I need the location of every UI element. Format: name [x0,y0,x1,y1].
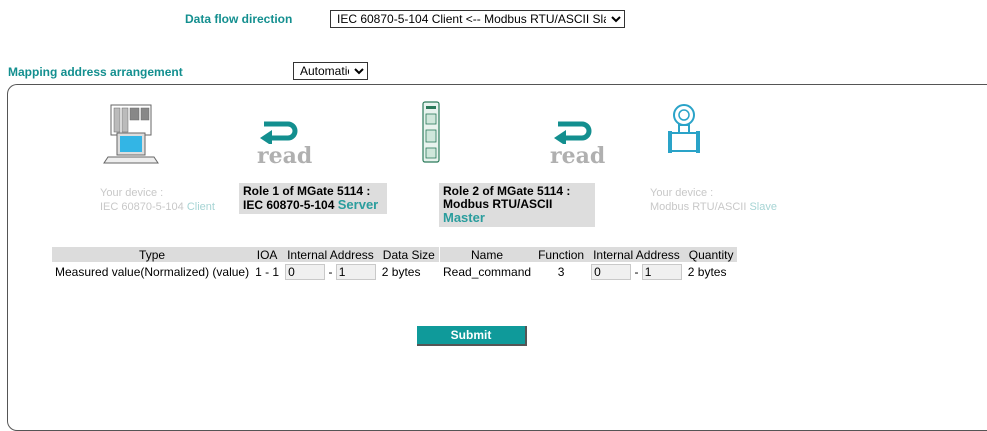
address-to-input[interactable] [641,264,682,280]
col-type: Type [52,247,253,262]
read-arrow-icon [554,121,592,144]
quantity-cell: 2 bytes [687,265,727,279]
range-separator: - [634,265,639,279]
type-cell: Measured value(Normalized) (value) [55,265,250,279]
data-flow-select[interactable]: IEC 60870-5-104 Client <-- Modbus RTU/AS… [330,10,625,28]
data-flow-label: Data flow direction [185,12,293,26]
caption-protocol: Modbus RTU/ASCII [650,201,747,213]
col-function: Function [534,247,589,262]
caption-line: Your device : [100,187,164,199]
role1-protocol: IEC 60870-5-104 [243,198,335,212]
caption-line: Your device : [650,187,714,199]
mgate-device-icon [422,101,440,163]
col-data-size: Data Size [378,247,439,262]
range-separator: - [328,265,333,279]
table-row: Read_command 3 - 2 bytes [440,262,737,282]
address-from-input[interactable] [591,264,632,280]
iec-mapping-table: Type IOA Internal Address Data Size Meas… [52,247,439,282]
role2-protocol: Modbus RTU/ASCII [443,197,553,211]
role2-role: Master [443,210,485,225]
role1-box: Role 1 of MGate 5114 : IEC 60870-5-104 S… [239,183,387,214]
table-row: Measured value(Normalized) (value) 1 - 1… [52,262,439,282]
col-name: Name [440,247,535,262]
slave-device-caption: Your device : Modbus RTU/ASCII Slave [650,186,777,214]
address-from-input[interactable] [285,264,326,280]
col-ioa: IOA [252,247,283,262]
flowmeter-device-icon [668,104,700,153]
submit-button[interactable]: Submit [417,326,527,346]
read-label-1: read [257,143,313,169]
caption-role: Client [186,201,215,213]
read-label-2: read [550,143,606,169]
name-cell: Read_command [443,265,532,279]
col-internal-address: Internal Address [588,247,685,262]
read-arrow-icon [260,121,298,144]
client-device-caption: Your device : IEC 60870-5-104 Client [100,186,215,214]
col-internal-address: Internal Address [282,247,379,262]
mapping-arrangement-select[interactable]: Automatic [293,62,368,80]
ioa-cell: 1 - 1 [255,265,280,279]
function-cell: 3 [557,265,565,279]
data-size-cell: 2 bytes [381,265,421,279]
caption-role: Slave [749,201,777,213]
col-quantity: Quantity [684,247,738,262]
caption-protocol: IEC 60870-5-104 [100,201,184,213]
address-to-input[interactable] [335,264,376,280]
modbus-command-table: Name Function Internal Address Quantity … [440,247,738,282]
mapping-arrangement-label: Mapping address arrangement [8,65,183,79]
internal-address-cell: - [282,262,379,282]
computer-device-icon [103,104,159,164]
role1-role: Server [337,197,379,212]
role2-box: Role 2 of MGate 5114 : Modbus RTU/ASCII … [439,183,595,227]
internal-address-cell: - [588,262,685,282]
